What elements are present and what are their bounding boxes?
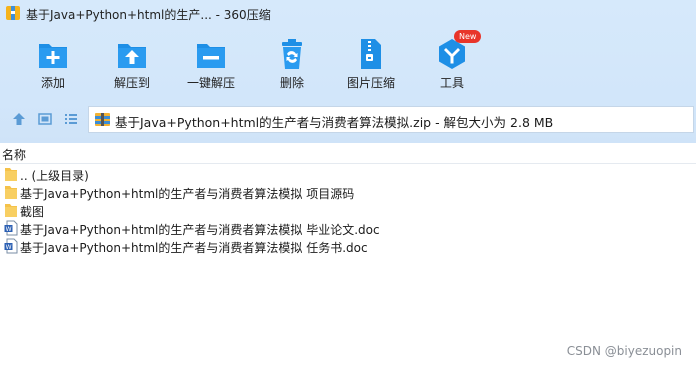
address-bar-row: 基于Java+Python+html的生产者与消费者算法模拟.zip - 解包大… — [0, 102, 696, 134]
toolbar-image-compress-button[interactable]: 图片压缩 — [330, 30, 412, 96]
window-header: 基于Java+Python+html的生产... - 360压缩 添加 解压到 — [0, 0, 696, 143]
thumbnail-view-icon[interactable] — [38, 112, 52, 126]
toolbar: 添加 解压到 一键解压 删除 图片压缩 工具 New — [0, 30, 696, 96]
list-item-name: 基于Java+Python+html的生产者与消费者算法模拟 毕业论文.doc — [20, 223, 380, 237]
toolbar-image-compress-label: 图片压缩 — [346, 76, 395, 90]
up-arrow-icon[interactable] — [12, 112, 26, 126]
list-item-name: 截图 — [20, 205, 45, 219]
title-bar: 基于Java+Python+html的生产... - 360压缩 — [0, 0, 696, 28]
one-click-extract-icon — [197, 44, 225, 68]
new-badge: New — [454, 30, 482, 43]
toolbar-one-click-extract-label: 一键解压 — [186, 76, 235, 90]
list-item[interactable]: W 基于Java+Python+html的生产者与消费者算法模拟 毕业论文.do… — [0, 219, 696, 237]
delete-icon — [282, 39, 302, 69]
add-icon — [39, 44, 67, 68]
toolbar-extract-to-button[interactable]: 解压到 — [91, 30, 173, 96]
folder-icon — [5, 168, 17, 181]
app-icon — [6, 6, 20, 20]
list-item-name: .. (上级目录) — [20, 169, 89, 183]
address-field[interactable]: 基于Java+Python+html的生产者与消费者算法模拟.zip - 解包大… — [88, 106, 694, 133]
toolbar-delete-button[interactable]: 删除 — [251, 30, 333, 96]
list-item[interactable]: 截图 — [0, 201, 696, 219]
watermark: CSDN @biyezuopin — [566, 344, 682, 358]
zip-archive-icon — [95, 113, 110, 126]
list-item[interactable]: 基于Java+Python+html的生产者与消费者算法模拟 项目源码 — [0, 183, 696, 201]
folder-icon — [5, 186, 17, 199]
toolbar-delete-label: 删除 — [279, 76, 304, 90]
folder-icon — [5, 204, 17, 217]
toolbar-extract-to-label: 解压到 — [113, 76, 150, 90]
window-title: 基于Java+Python+html的生产... - 360压缩 — [26, 8, 271, 22]
list-item[interactable]: W 基于Java+Python+html的生产者与消费者算法模拟 任务书.doc — [0, 237, 696, 255]
list-item-name: 基于Java+Python+html的生产者与消费者算法模拟 任务书.doc — [20, 241, 368, 255]
list-item[interactable]: .. (上级目录) — [0, 165, 696, 183]
list-header: 名称 — [0, 143, 696, 164]
word-document-icon: W — [4, 238, 18, 254]
svg-text:W: W — [6, 244, 12, 251]
toolbar-add-label: 添加 — [40, 76, 65, 90]
column-header-name[interactable]: 名称 — [2, 146, 26, 163]
toolbar-one-click-extract-button[interactable]: 一键解压 — [170, 30, 252, 96]
svg-text:W: W — [6, 226, 12, 233]
toolbar-tools-label: 工具 — [439, 76, 464, 90]
address-text: 基于Java+Python+html的生产者与消费者算法模拟.zip - 解包大… — [115, 115, 554, 130]
list-item-name: 基于Java+Python+html的生产者与消费者算法模拟 项目源码 — [20, 187, 355, 201]
extract-to-icon — [118, 44, 146, 68]
toolbar-add-button[interactable]: 添加 — [12, 30, 94, 96]
list-view-icon[interactable] — [64, 112, 78, 126]
word-document-icon: W — [4, 220, 18, 236]
image-compress-icon — [361, 39, 381, 69]
toolbar-tools-button[interactable]: 工具 — [411, 30, 493, 96]
